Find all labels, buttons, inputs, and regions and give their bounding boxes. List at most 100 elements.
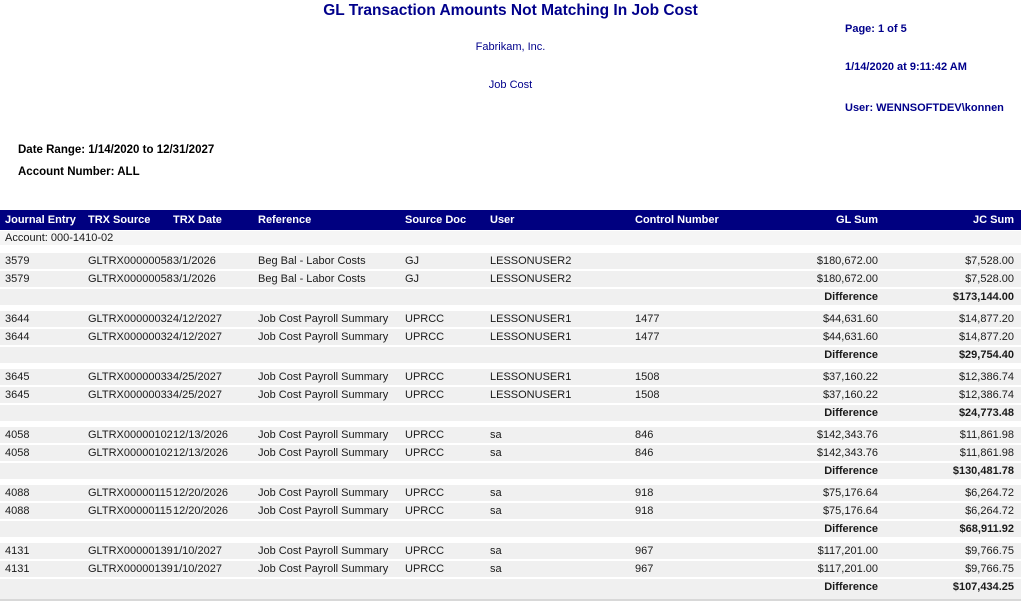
cell-user: LESSONUSER1 <box>490 387 635 403</box>
cell-reference: Job Cost Payroll Summary <box>258 311 405 327</box>
cell-jc-sum: $12,386.74 <box>880 369 1016 385</box>
cell-jc-sum: $9,766.75 <box>880 561 1016 577</box>
cell-control-number: 918 <box>635 503 760 519</box>
cell-user: sa <box>490 427 635 443</box>
table-row: 4058GLTRX0000010212/13/2026Job Cost Payr… <box>0 445 1021 461</box>
difference-row: Difference$29,754.40 <box>0 347 1021 363</box>
cell-gl-sum: $75,176.64 <box>760 503 880 519</box>
cell-gl-sum: $117,201.00 <box>760 561 880 577</box>
cell-source-doc: GJ <box>405 271 490 287</box>
difference-label: Difference <box>5 579 880 595</box>
column-header-trx-source: TRX Source <box>88 214 173 226</box>
cell-jc-sum: $9,766.75 <box>880 543 1016 559</box>
difference-label: Difference <box>5 347 880 363</box>
cell-source-doc: UPRCC <box>405 561 490 577</box>
table-row: 3579GLTRX000000583/1/2026Beg Bal - Labor… <box>0 271 1021 287</box>
difference-label: Difference <box>5 405 880 421</box>
column-header-user: User <box>490 214 635 226</box>
cell-trx-source: GLTRX00000033 <box>88 369 173 385</box>
cell-trx-source: GLTRX00000033 <box>88 387 173 403</box>
difference-row: Difference$24,773.48 <box>0 405 1021 421</box>
transaction-group: 3579GLTRX000000583/1/2026Beg Bal - Labor… <box>0 253 1021 305</box>
cell-user: sa <box>490 485 635 501</box>
column-header-jc-sum: JC Sum <box>880 214 1016 226</box>
cell-jc-sum: $6,264.72 <box>880 503 1016 519</box>
cell-jc-sum: $6,264.72 <box>880 485 1016 501</box>
cell-trx-source: GLTRX00000032 <box>88 329 173 345</box>
report-table-body: 3579GLTRX000000583/1/2026Beg Bal - Labor… <box>0 253 1021 595</box>
transaction-group: 4058GLTRX0000010212/13/2026Job Cost Payr… <box>0 427 1021 479</box>
report-table: Journal Entry TRX Source TRX Date Refere… <box>0 210 1021 601</box>
cell-trx-source: GLTRX00000058 <box>88 253 173 269</box>
table-row: 4088GLTRX0000011512/20/2026Job Cost Payr… <box>0 503 1021 519</box>
cell-trx-source: GLTRX00000139 <box>88 543 173 559</box>
cell-control-number: 1477 <box>635 311 760 327</box>
company-name: Fabrikam, Inc. <box>0 41 1021 53</box>
difference-value: $29,754.40 <box>880 347 1016 363</box>
cell-journal-entry: 3644 <box>5 329 88 345</box>
cell-jc-sum: $12,386.74 <box>880 387 1016 403</box>
column-header-source-doc: Source Doc <box>405 214 490 226</box>
report-datetime: 1/14/2020 at 9:11:42 AM <box>845 61 967 73</box>
cell-source-doc: UPRCC <box>405 445 490 461</box>
cell-control-number: 846 <box>635 445 760 461</box>
cell-gl-sum: $117,201.00 <box>760 543 880 559</box>
difference-label: Difference <box>5 463 880 479</box>
table-row: 4088GLTRX0000011512/20/2026Job Cost Payr… <box>0 485 1021 501</box>
cell-source-doc: UPRCC <box>405 503 490 519</box>
cell-source-doc: UPRCC <box>405 329 490 345</box>
cell-reference: Beg Bal - Labor Costs <box>258 253 405 269</box>
cell-user: LESSONUSER1 <box>490 329 635 345</box>
cell-gl-sum: $142,343.76 <box>760 427 880 443</box>
cell-source-doc: UPRCC <box>405 311 490 327</box>
table-header-row: Journal Entry TRX Source TRX Date Refere… <box>0 210 1021 230</box>
cell-jc-sum: $7,528.00 <box>880 253 1016 269</box>
cell-reference: Beg Bal - Labor Costs <box>258 271 405 287</box>
cell-gl-sum: $180,672.00 <box>760 253 880 269</box>
cell-reference: Job Cost Payroll Summary <box>258 387 405 403</box>
cell-trx-date: 4/12/2027 <box>173 311 258 327</box>
cell-journal-entry: 3644 <box>5 311 88 327</box>
cell-trx-date: 3/1/2026 <box>173 271 258 287</box>
table-row: 4131GLTRX000001391/10/2027Job Cost Payro… <box>0 543 1021 559</box>
transaction-group: 4088GLTRX0000011512/20/2026Job Cost Payr… <box>0 485 1021 537</box>
column-header-gl-sum: GL Sum <box>760 214 880 226</box>
cell-trx-date: 1/10/2027 <box>173 561 258 577</box>
date-range-label: Date Range: 1/14/2020 to 12/31/2027 <box>18 144 214 156</box>
cell-reference: Job Cost Payroll Summary <box>258 427 405 443</box>
table-row: 3645GLTRX000000334/25/2027Job Cost Payro… <box>0 387 1021 403</box>
cell-reference: Job Cost Payroll Summary <box>258 503 405 519</box>
cell-gl-sum: $142,343.76 <box>760 445 880 461</box>
transaction-group: 3645GLTRX000000334/25/2027Job Cost Payro… <box>0 369 1021 421</box>
table-row: 4131GLTRX000001391/10/2027Job Cost Payro… <box>0 561 1021 577</box>
cell-jc-sum: $11,861.98 <box>880 445 1016 461</box>
cell-user: LESSONUSER2 <box>490 253 635 269</box>
cell-journal-entry: 3645 <box>5 387 88 403</box>
cell-user: sa <box>490 445 635 461</box>
table-row: 4058GLTRX0000010212/13/2026Job Cost Payr… <box>0 427 1021 443</box>
cell-journal-entry: 4088 <box>5 503 88 519</box>
column-header-journal-entry: Journal Entry <box>5 214 88 226</box>
cell-journal-entry: 4088 <box>5 485 88 501</box>
cell-gl-sum: $44,631.60 <box>760 311 880 327</box>
cell-journal-entry: 3645 <box>5 369 88 385</box>
cell-source-doc: UPRCC <box>405 427 490 443</box>
cell-trx-date: 12/20/2026 <box>173 485 258 501</box>
cell-trx-date: 3/1/2026 <box>173 253 258 269</box>
column-header-control-number: Control Number <box>635 214 760 226</box>
cell-reference: Job Cost Payroll Summary <box>258 485 405 501</box>
cell-control-number: 918 <box>635 485 760 501</box>
cell-reference: Job Cost Payroll Summary <box>258 561 405 577</box>
cell-gl-sum: $180,672.00 <box>760 271 880 287</box>
cell-trx-source: GLTRX00000115 <box>88 503 173 519</box>
difference-row: Difference$173,144.00 <box>0 289 1021 305</box>
cell-trx-source: GLTRX00000102 <box>88 445 173 461</box>
table-row: 3579GLTRX000000583/1/2026Beg Bal - Labor… <box>0 253 1021 269</box>
cell-trx-source: GLTRX00000032 <box>88 311 173 327</box>
difference-value: $24,773.48 <box>880 405 1016 421</box>
column-header-trx-date: TRX Date <box>173 214 258 226</box>
cell-trx-date: 12/20/2026 <box>173 503 258 519</box>
cell-user: sa <box>490 561 635 577</box>
cell-reference: Job Cost Payroll Summary <box>258 329 405 345</box>
cell-journal-entry: 4131 <box>5 561 88 577</box>
